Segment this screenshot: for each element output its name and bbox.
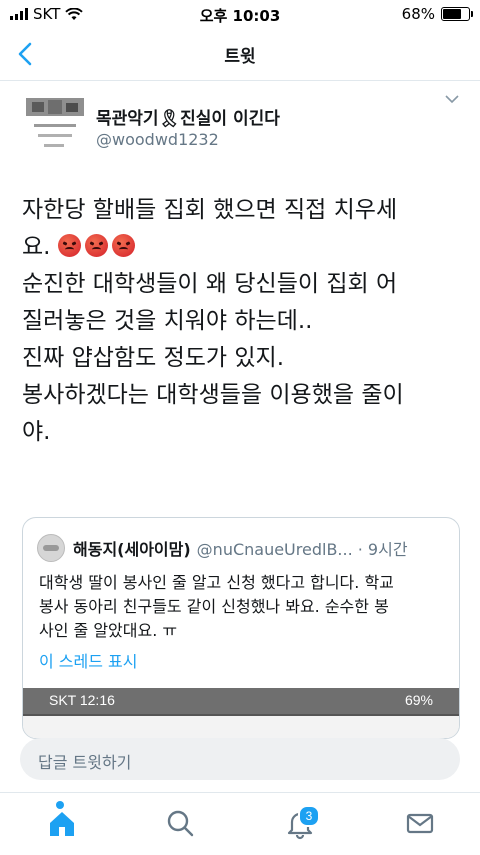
quote-line: 사인 줄 알았대요. ㅠ [39,621,178,640]
tweet-line-text: 요. [22,234,51,260]
author-name[interactable]: 목관악기🎗진실이 이긴다 [96,104,280,129]
show-thread-link[interactable]: 이 스레드 표시 [39,648,138,672]
quote-avatar [37,534,65,562]
author-handle[interactable]: @woodwd1232 [96,130,219,149]
battery-fill [443,9,462,19]
tweet-line: 질러놓은 것을 치워야 하는데.. [22,308,313,334]
tweet-line: 자한당 할배들 집회 했으면 직접 치우세 [22,197,398,223]
tab-home[interactable] [42,801,82,843]
tweet-line: 야. [22,419,51,445]
quote-author-name: 해동지(세아이맘) [73,540,191,559]
tab-messages[interactable] [400,803,440,843]
quote-author-handle: @nuCnaueUredlB... · 9시간 [196,540,408,559]
mail-icon [406,813,434,834]
tab-notifications[interactable]: 3 [280,803,320,843]
tab-bar: 3 [0,792,480,855]
notification-badge: 3 [298,805,320,827]
embedded-screenshot [23,714,459,738]
tweet-text: 자한당 할배들 집회 했으면 직접 치우세 요. 순진한 대학생들이 왜 당신들… [22,192,458,451]
reply-input[interactable]: 답글 트윗하기 [20,738,460,780]
battery-icon [441,7,473,21]
tab-search[interactable] [160,803,200,843]
new-content-dot [56,801,64,809]
quote-line: 봉사 동아리 친구들도 같이 신청했나 봐요. 순수한 봉 [39,597,389,616]
angry-face-icon [84,234,108,257]
status-bar: SKT 오후 10:03 68% [0,0,480,28]
embedded-status-right: 69% [404,692,433,708]
home-icon [50,812,74,836]
quote-text: 대학생 딸이 봉사인 줄 알고 신청 했다고 합니다. 학교 봉사 동아리 친구… [39,571,449,643]
page-title: 트윗 [224,47,256,67]
tweet-line: 진짜 얍삽함도 정도가 있지. [22,345,285,371]
embedded-status-left: SKT 12:16 [49,692,115,708]
quoted-tweet[interactable]: 해동지(세아이맘) @nuCnaueUredlB... · 9시간 대학생 딸이… [22,517,460,739]
angry-face-icon [57,234,81,257]
tweet-line: 요. [22,229,458,266]
quote-line: 대학생 딸이 봉사인 줄 알고 신청 했다고 합니다. 학교 [39,573,394,592]
angry-face-icon [111,234,135,257]
avatar[interactable] [22,94,88,158]
reply-placeholder: 답글 트윗하기 [38,753,132,772]
search-icon [167,810,194,837]
battery-percent: 68% [401,5,435,23]
tweet-line: 봉사하겠다는 대학생들을 이용했을 줄이 [22,382,404,408]
chevron-down-icon[interactable] [444,92,460,106]
nav-bar: 트윗 [0,28,480,81]
tweet-line: 순진한 대학생들이 왜 당신들이 집회 어 [22,271,398,297]
embedded-screenshot-status: SKT 12:16 69% [23,688,459,714]
status-right: 68% [401,5,473,23]
tweet-author: 목관악기🎗진실이 이긴다 @woodwd1232 [22,94,467,158]
quote-header: 해동지(세아이맘) @nuCnaueUredlB... · 9시간 [37,534,408,562]
